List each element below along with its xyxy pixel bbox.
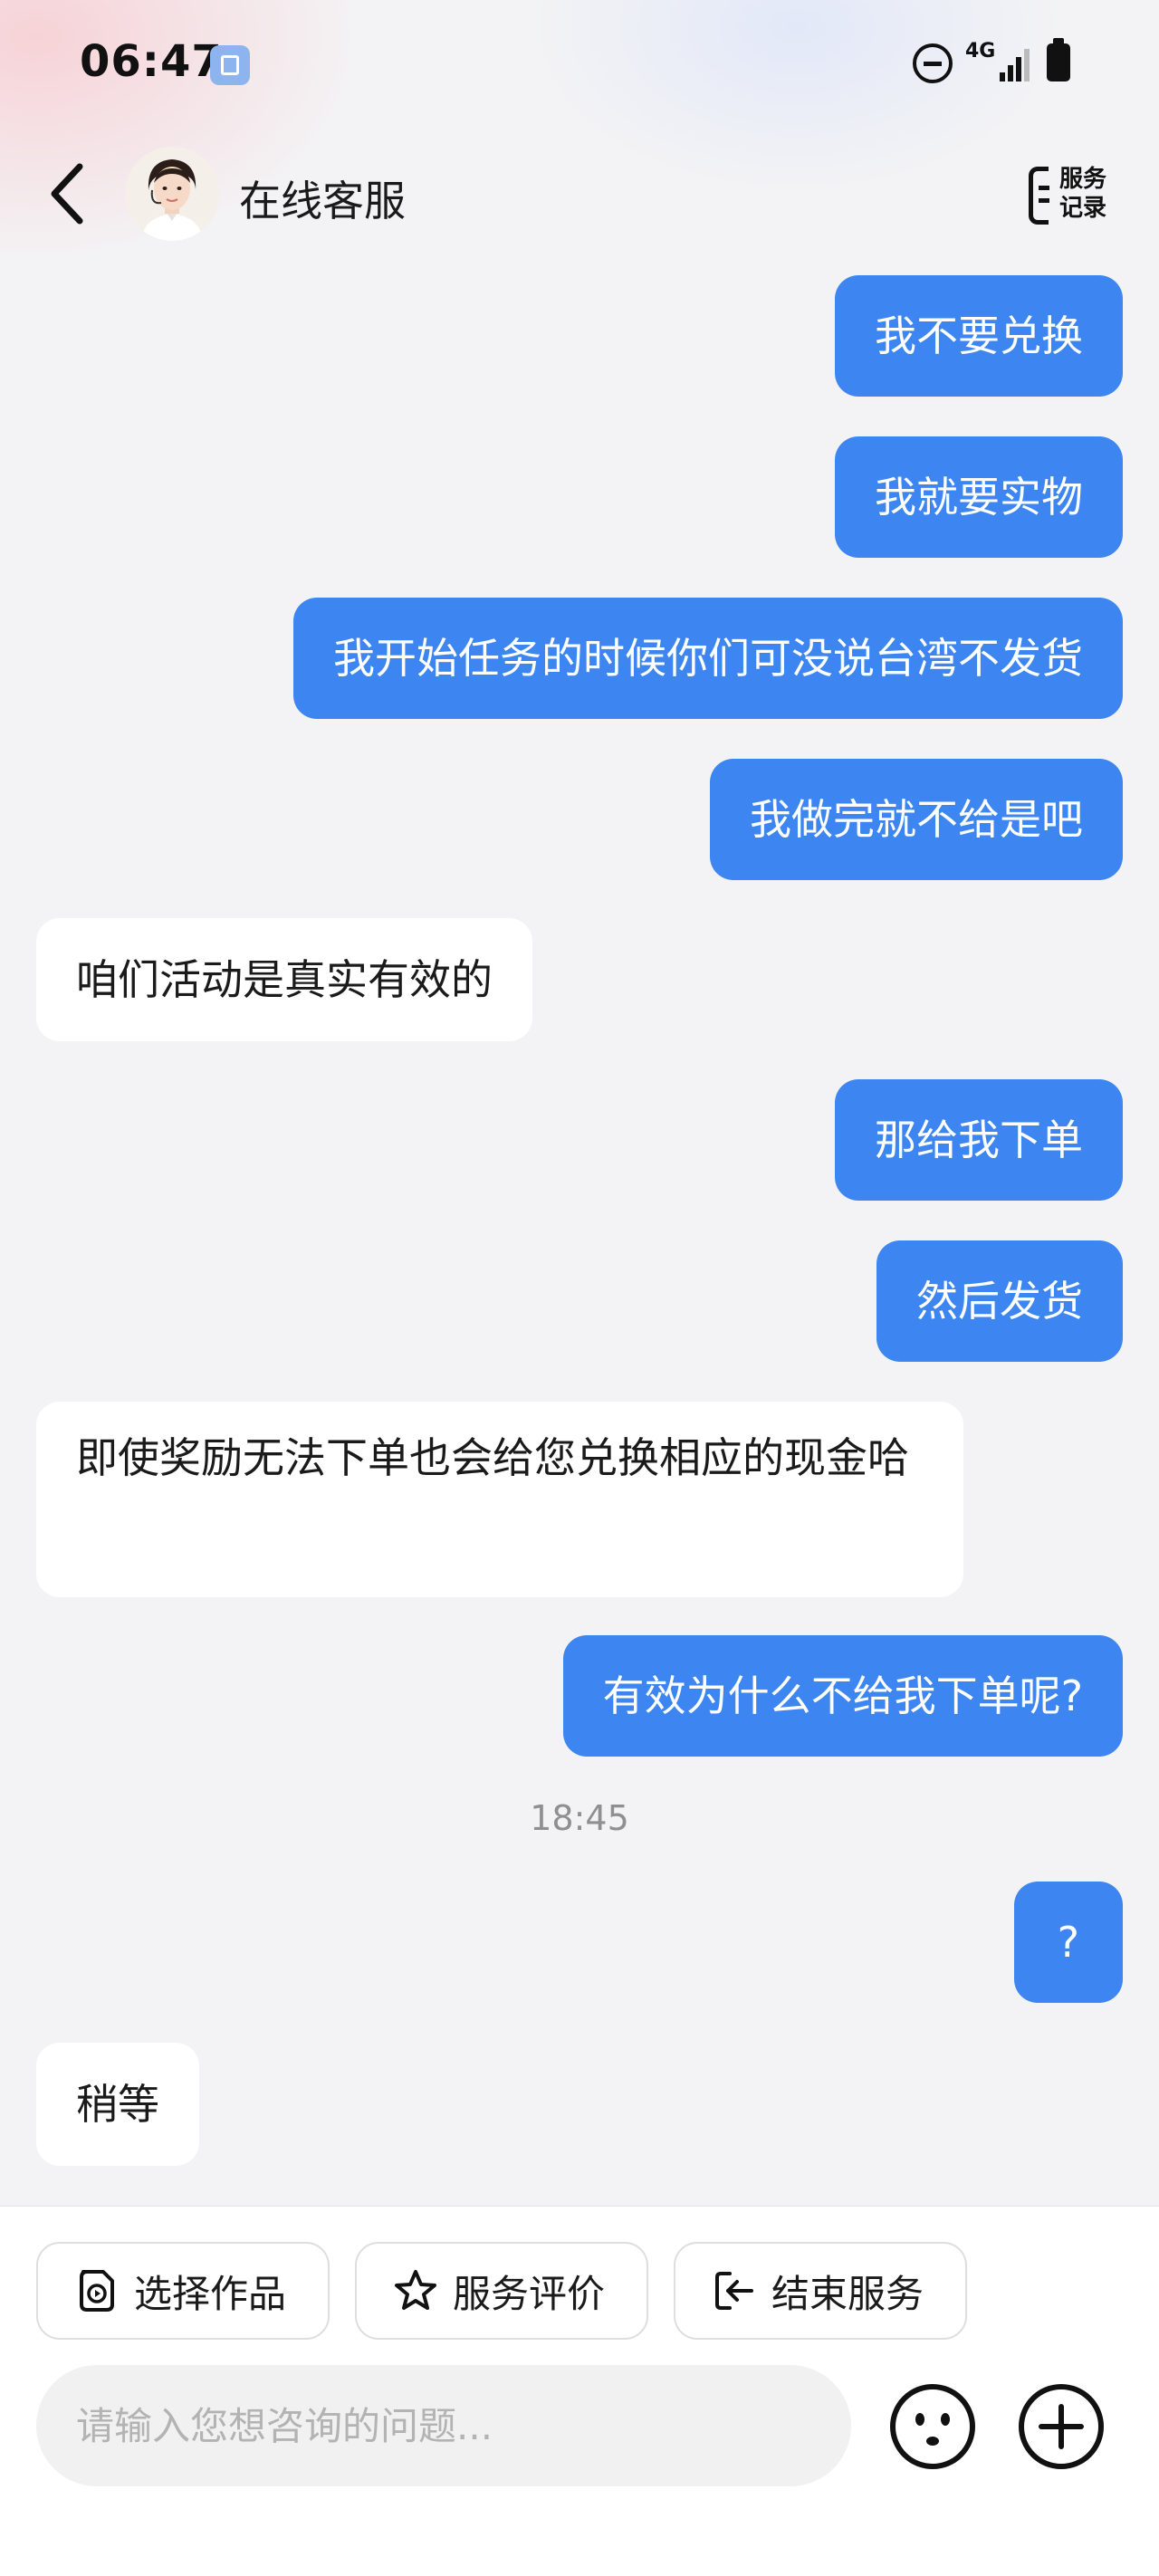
my-message-bubble[interactable]: 我做完就不给是吧 <box>710 759 1123 880</box>
service-records-label-line2: 记录 <box>1058 195 1106 222</box>
my-message-bubble[interactable]: 我就要实物 <box>835 436 1123 558</box>
my-message-bubble[interactable]: 我开始任务的时候你们可没说台湾不发货 <box>293 598 1123 719</box>
service-records-label-line1: 服务 <box>1058 166 1106 193</box>
app-notification-icon <box>210 45 250 85</box>
service-rating-button[interactable]: 服务评价 <box>355 2242 648 2340</box>
agent-message-bubble[interactable]: 咱们活动是真实有效的 <box>36 918 532 1041</box>
my-message-bubble[interactable]: 有效为什么不给我下单呢? <box>562 1635 1123 1757</box>
status-time: 06:47 <box>80 36 223 87</box>
plus-icon[interactable] <box>1018 2383 1105 2470</box>
message-timestamp: 18:45 <box>530 1798 629 1838</box>
service-records-button[interactable]: 服务 记录 <box>1029 161 1116 234</box>
header-title: 在线客服 <box>239 177 406 225</box>
agent-message-bubble[interactable]: 稍等 <box>36 2043 199 2166</box>
select-work-label: 选择作品 <box>134 2271 287 2316</box>
my-message-bubble[interactable]: 那给我下单 <box>835 1079 1123 1201</box>
end-service-button[interactable]: 结束服务 <box>674 2242 967 2340</box>
do-not-disturb-icon <box>913 43 953 83</box>
message-input[interactable] <box>36 2365 851 2486</box>
agent-avatar[interactable] <box>125 147 219 241</box>
my-message-bubble[interactable]: 我不要兑换 <box>835 275 1123 397</box>
end-service-label: 结束服务 <box>771 2271 924 2316</box>
select-work-icon <box>80 2270 114 2312</box>
back-icon[interactable] <box>43 159 98 228</box>
my-message-bubble[interactable]: ? <box>1013 1882 1123 2003</box>
status-bar: 06:47 4G <box>0 0 1159 127</box>
signal-icon <box>987 45 1030 81</box>
battery-icon <box>1047 38 1070 81</box>
agent-message-bubble[interactable]: 即使奖励无法下单也会给您兑换相应的现金哈 <box>36 1402 963 1597</box>
star-icon <box>395 2270 436 2310</box>
emoji-icon[interactable] <box>889 2383 976 2470</box>
select-work-button[interactable]: 选择作品 <box>36 2242 330 2340</box>
service-rating-label: 服务评价 <box>453 2271 606 2316</box>
my-message-bubble[interactable]: 然后发货 <box>876 1240 1123 1362</box>
exit-icon <box>715 2272 753 2310</box>
service-records-icon <box>1029 167 1049 225</box>
